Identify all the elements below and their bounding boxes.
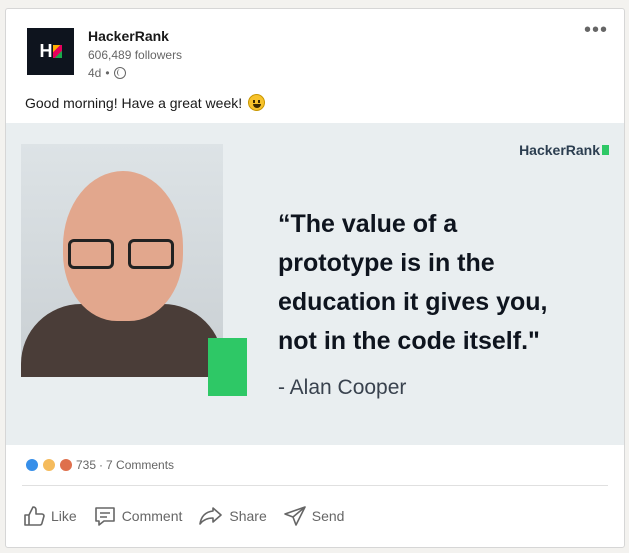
quote-line: not in the code itself." <box>278 327 540 355</box>
brand-mark-icon <box>602 145 609 155</box>
comment-label: Comment <box>121 508 183 524</box>
portrait-glasses <box>66 239 184 269</box>
send-label: Send <box>311 508 345 524</box>
green-accent-block <box>208 338 247 396</box>
count-separator: · <box>99 458 104 472</box>
post-body: Good morning! Have a great week! <box>25 94 266 111</box>
logo-flag-icon <box>52 45 62 58</box>
love-reaction-icon <box>59 458 73 472</box>
more-options-button[interactable]: ••• <box>584 20 608 40</box>
comment-icon <box>94 507 115 526</box>
share-button[interactable]: Share <box>198 504 267 528</box>
divider <box>22 485 608 486</box>
globe-icon <box>113 67 126 79</box>
logo-letter: H <box>39 41 53 61</box>
social-counts[interactable]: 735 · 7 Comments <box>25 458 174 472</box>
author-name[interactable]: HackerRank <box>88 28 169 44</box>
comment-count[interactable]: 7 Comments <box>106 458 174 472</box>
quote-text: “The value of a prototype is in the educ… <box>278 205 608 361</box>
post-time: 4d • <box>88 66 126 80</box>
thumbs-up-icon <box>24 506 45 526</box>
quote-author: - Alan Cooper <box>278 376 407 399</box>
comment-button[interactable]: Comment <box>93 504 183 528</box>
follower-count: 606,489 followers <box>88 48 183 62</box>
company-logo[interactable]: H <box>27 28 74 75</box>
grinning-emoji-icon <box>248 94 266 111</box>
send-paper-plane-icon <box>283 506 306 526</box>
like-label: Like <box>51 508 77 524</box>
share-arrow-icon <box>199 507 223 525</box>
share-label: Share <box>229 508 267 524</box>
like-reaction-icon <box>25 458 39 472</box>
post-image[interactable]: HackerRank “The value of a prototype is … <box>6 123 624 445</box>
send-button[interactable]: Send <box>283 504 345 528</box>
quote-line: education it gives you, <box>278 288 548 316</box>
like-button[interactable]: Like <box>22 504 77 528</box>
feed-post-card: H HackerRank 606,489 followers 4d • ••• … <box>5 8 625 548</box>
portrait-photo <box>21 144 223 377</box>
banner-brand: HackerRank <box>519 142 609 158</box>
post-text: Good morning! Have a great week! <box>25 94 243 111</box>
banner-brand-text: HackerRank <box>519 142 600 158</box>
reaction-count[interactable]: 735 <box>76 458 96 472</box>
post-age: 4d <box>88 66 102 80</box>
action-bar: Like Comment Share Send <box>22 504 344 528</box>
dot-separator: • <box>105 66 110 80</box>
quote-line: prototype is in the <box>278 249 495 277</box>
quote-line: “The value of a <box>278 210 458 238</box>
insightful-reaction-icon <box>42 458 56 472</box>
